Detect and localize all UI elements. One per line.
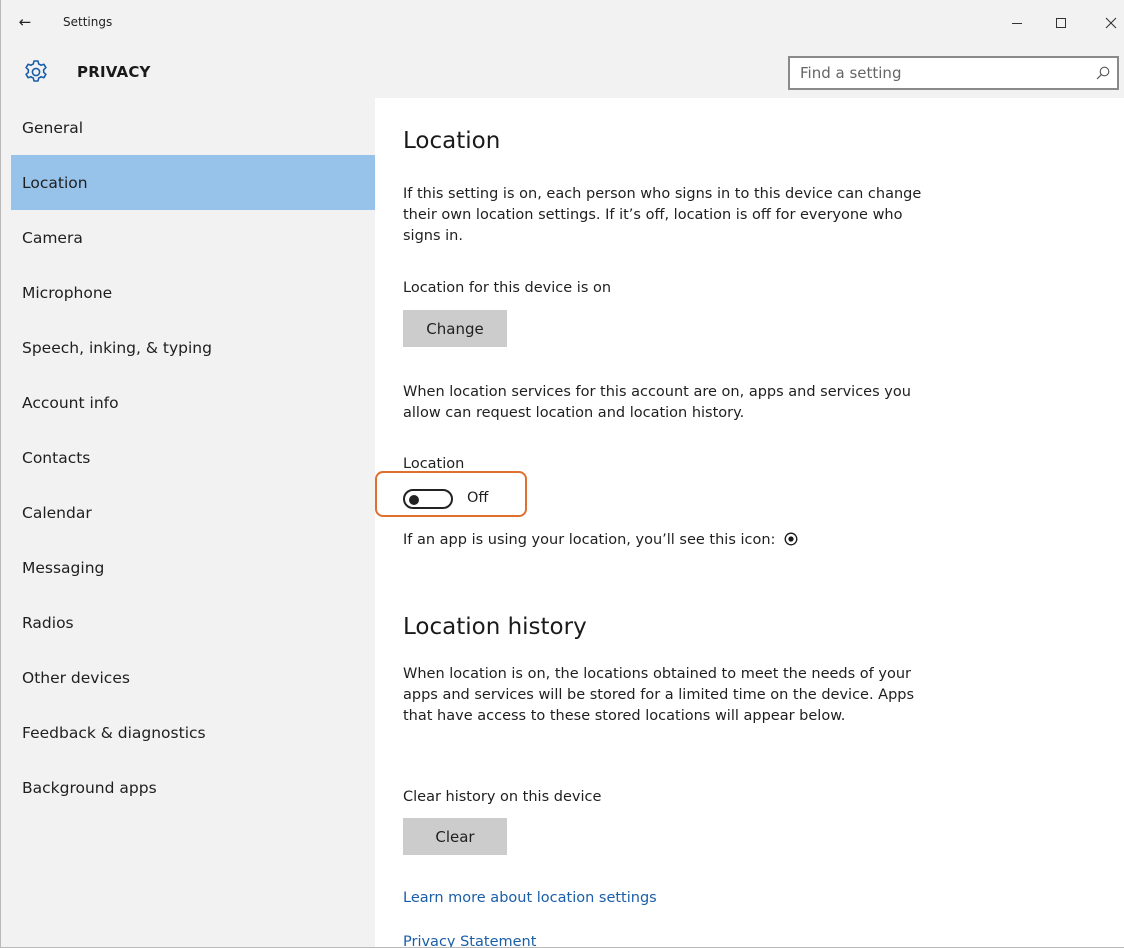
search-icon[interactable] [1095, 65, 1111, 81]
location-icon-note-text: If an app is using your location, you’ll… [403, 532, 776, 548]
toggle-knob [409, 494, 419, 505]
search-input[interactable] [790, 58, 1100, 88]
close-icon [1105, 17, 1117, 29]
title-bar: ← Settings [1, 0, 1124, 46]
change-button[interactable]: Change [403, 310, 507, 347]
location-toggle[interactable] [403, 489, 453, 509]
sidebar-item-account-info[interactable]: Account info [11, 375, 375, 430]
location-in-use-icon [784, 532, 798, 546]
sidebar-item-background-apps[interactable]: Background apps [11, 760, 375, 815]
sidebar-nav: General Location Camera Microphone Speec… [1, 98, 375, 947]
account-location-description: When location services for this account … [403, 384, 911, 421]
learn-more-link[interactable]: Learn more about location settings [403, 890, 657, 906]
back-arrow-icon: ← [18, 13, 32, 31]
sidebar-item-general[interactable]: General [11, 100, 375, 155]
location-description: If this setting is on, each person who s… [403, 186, 922, 244]
page-header: PRIVACY [1, 46, 1124, 98]
close-button[interactable] [1095, 8, 1124, 38]
main-content: Location If this setting is on, each per… [375, 98, 1124, 947]
location-icon-note: If an app is using your location, you’ll… [403, 532, 798, 548]
maximize-icon [1056, 18, 1066, 28]
gear-icon [25, 60, 47, 82]
sidebar-item-speech[interactable]: Speech, inking, & typing [11, 320, 375, 375]
sidebar-item-location[interactable]: Location [11, 155, 375, 210]
maximize-button[interactable] [1045, 8, 1077, 38]
privacy-statement-link[interactable]: Privacy Statement [403, 934, 536, 947]
sidebar-item-contacts[interactable]: Contacts [11, 430, 375, 485]
search-box[interactable] [788, 56, 1119, 90]
location-history-description: When location is on, the locations obtai… [403, 666, 915, 724]
toggle-state-text: Off [467, 490, 489, 506]
location-heading: Location [403, 128, 501, 154]
sidebar-item-other-devices[interactable]: Other devices [11, 650, 375, 705]
sidebar-item-radios[interactable]: Radios [11, 595, 375, 650]
minimize-icon [1012, 23, 1022, 24]
sidebar-item-messaging[interactable]: Messaging [11, 540, 375, 595]
settings-window: ← Settings PRIVACY Find a setting Genera… [0, 0, 1124, 948]
location-toggle-label: Location [403, 456, 465, 472]
page-title: PRIVACY [77, 63, 151, 81]
device-location-status: Location for this device is on [403, 280, 612, 296]
app-title: Settings [63, 15, 113, 29]
sidebar-item-camera[interactable]: Camera [11, 210, 375, 265]
clear-button[interactable]: Clear [403, 818, 507, 855]
minimize-button[interactable] [1001, 8, 1033, 38]
back-button[interactable]: ← [13, 10, 37, 34]
clear-history-label: Clear history on this device [403, 789, 602, 805]
location-history-heading: Location history [403, 614, 587, 640]
sidebar-item-feedback[interactable]: Feedback & diagnostics [11, 705, 375, 760]
sidebar-item-calendar[interactable]: Calendar [11, 485, 375, 540]
sidebar-item-microphone[interactable]: Microphone [11, 265, 375, 320]
